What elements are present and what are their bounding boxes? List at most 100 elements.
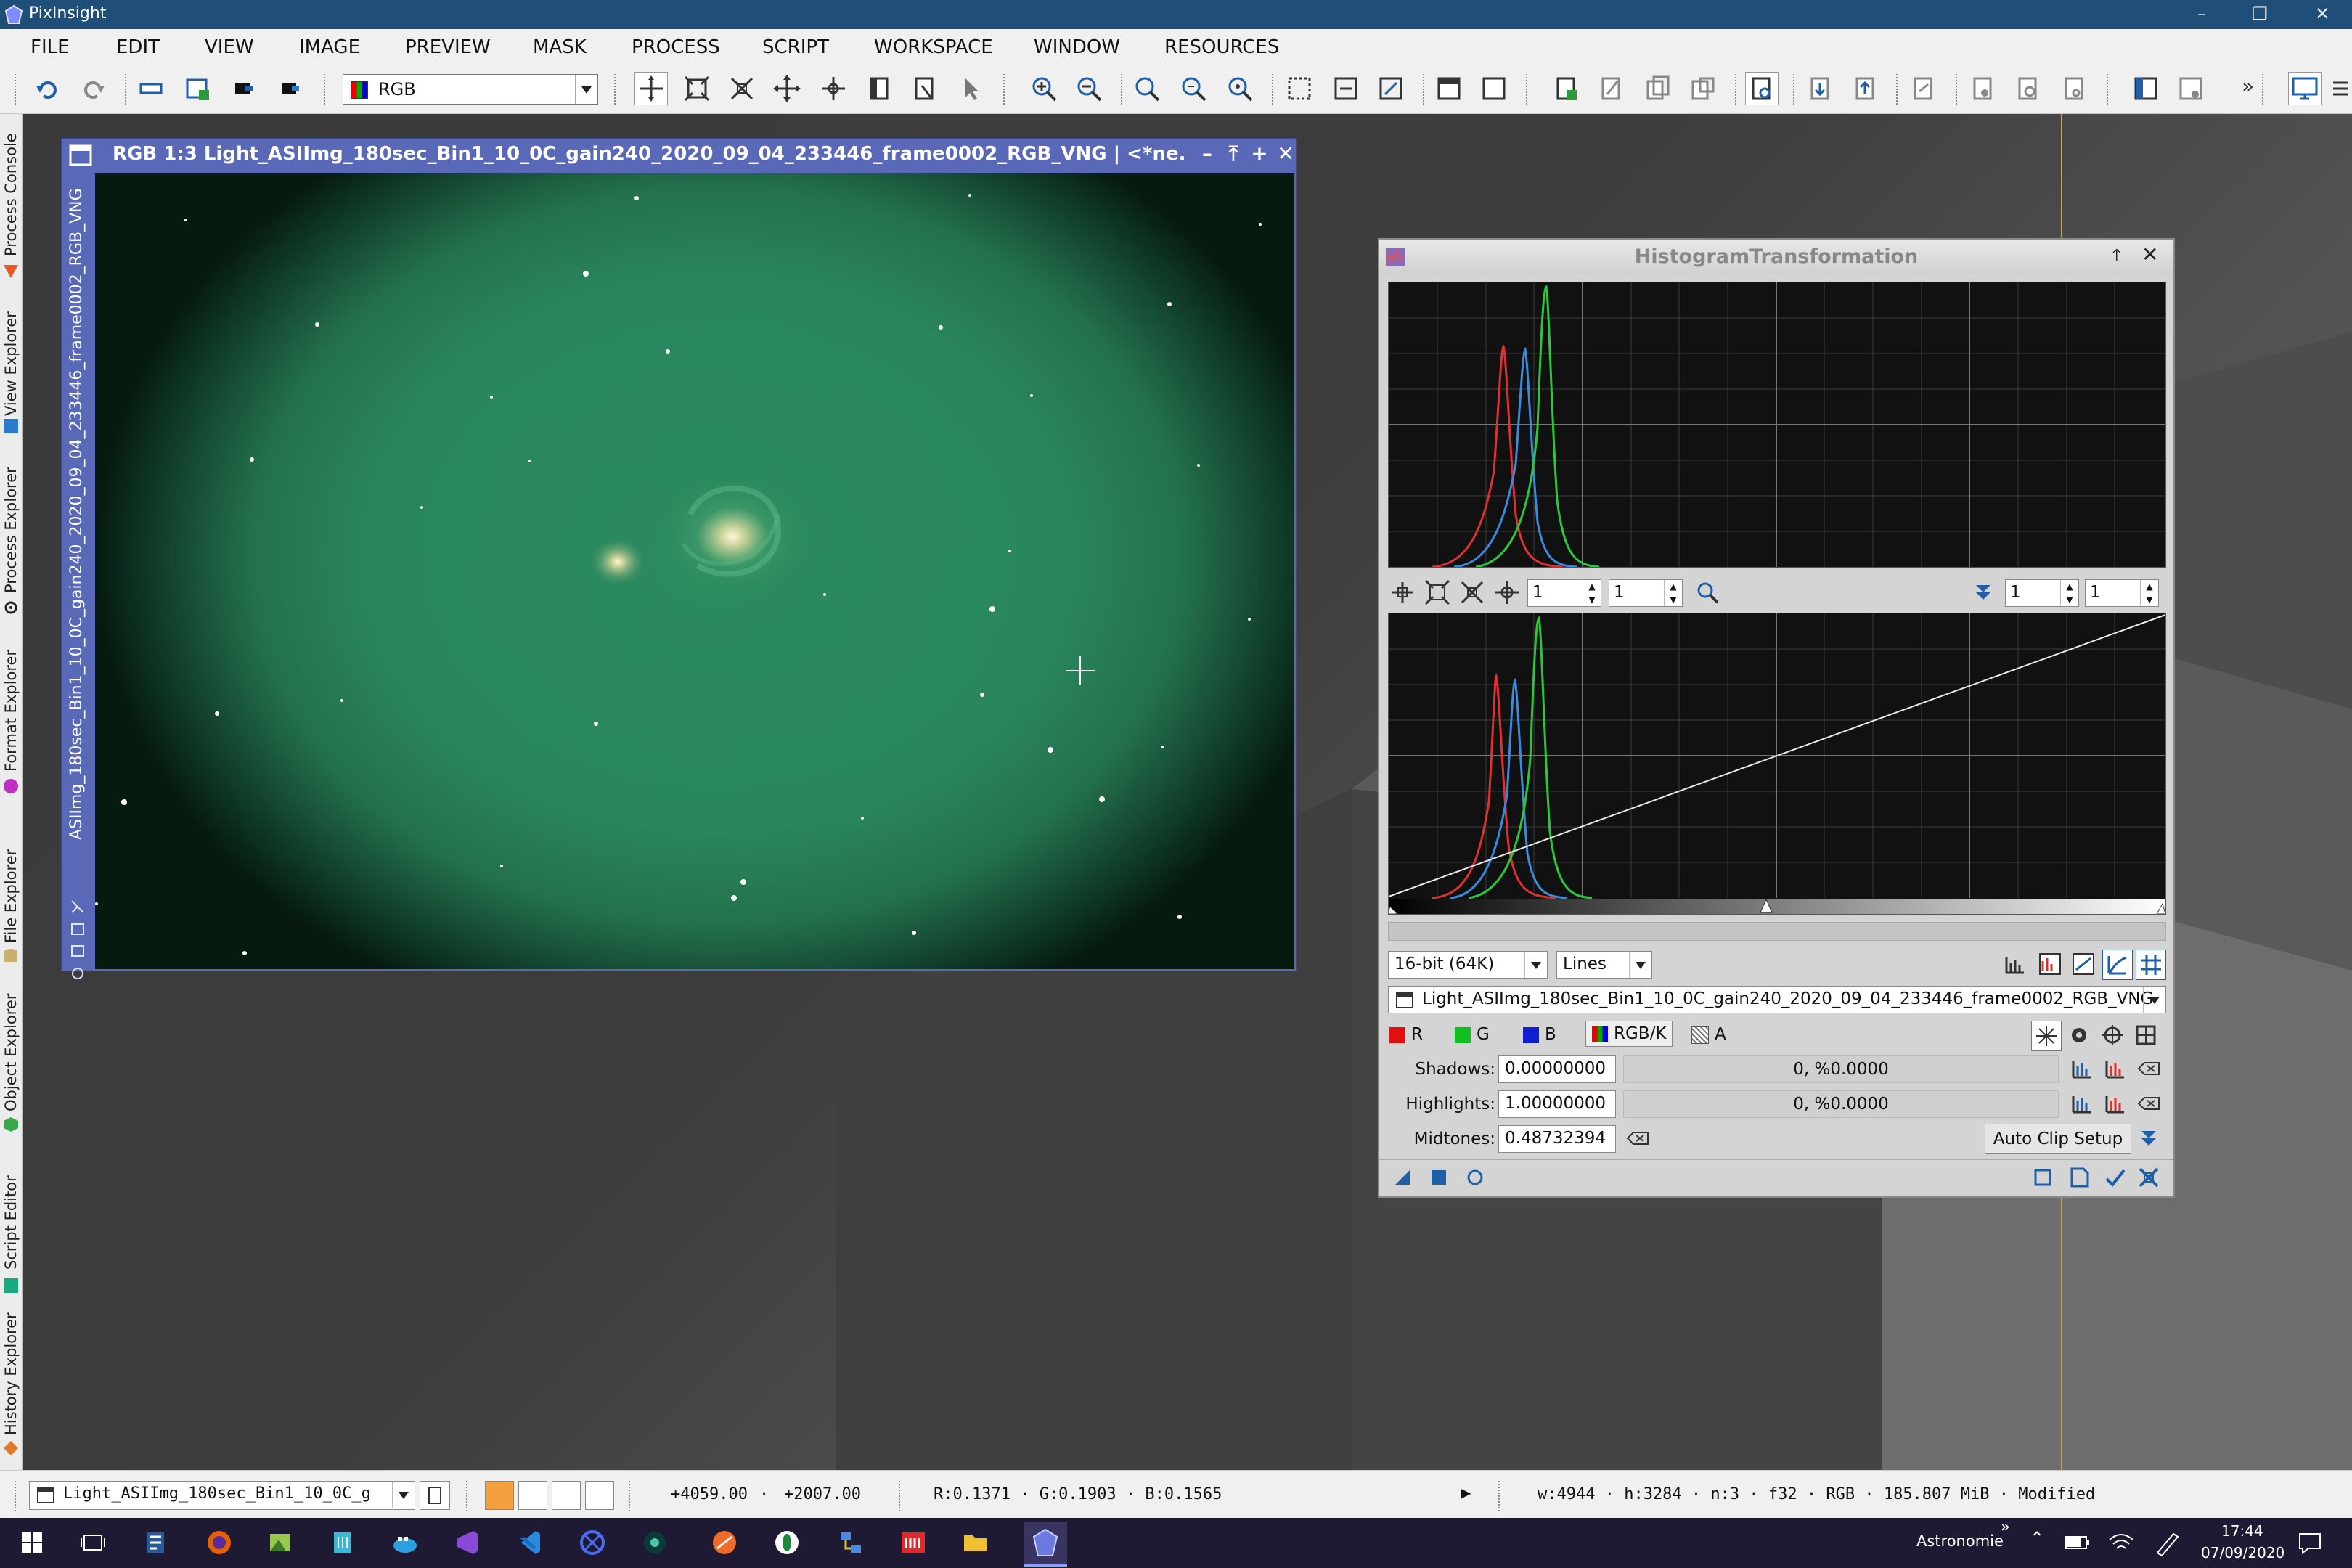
app-icon[interactable] <box>139 1527 171 1559</box>
chevron-down-icon[interactable] <box>2143 987 2165 1013</box>
sample-swatch-white[interactable] <box>585 1481 614 1510</box>
collapse-icon[interactable] <box>1969 578 1998 607</box>
statusbar-grip[interactable] <box>899 1481 903 1511</box>
toolbar-grip[interactable] <box>324 74 328 105</box>
menu-edit[interactable]: EDIT <box>116 36 160 58</box>
output-scrollbar[interactable] <box>1388 922 2166 941</box>
chevron-down-icon[interactable] <box>392 1482 415 1508</box>
highlights-reset-icon[interactable] <box>2134 1089 2163 1118</box>
collapse-icon[interactable] <box>2134 1124 2163 1153</box>
menu-workspace[interactable]: WORKSPACE <box>874 36 993 58</box>
show-histogram-icon[interactable] <box>2035 950 2065 979</box>
shade-histogram-button[interactable]: ⤒ <box>2112 244 2121 266</box>
menu-view[interactable]: VIEW <box>205 36 254 58</box>
task-view-icon[interactable] <box>77 1527 109 1559</box>
browse-documentation-icon[interactable] <box>2028 1163 2057 1192</box>
image-viewer-icon[interactable] <box>264 1527 296 1559</box>
shadows-clip-icon[interactable] <box>2101 1054 2130 1083</box>
edit-icon[interactable] <box>1596 73 1628 105</box>
shadows-reset-icon[interactable] <box>2134 1054 2163 1083</box>
preview-mode-icon[interactable] <box>864 73 896 105</box>
pan-mode-icon[interactable] <box>1458 578 1487 607</box>
toolbar-grip[interactable] <box>1003 74 1008 105</box>
upload-icon[interactable] <box>1850 73 1882 105</box>
process-icon[interactable] <box>228 73 260 105</box>
midtones-input[interactable]: 0.48732394 <box>1498 1125 1616 1153</box>
apply-check-icon[interactable] <box>2101 1163 2130 1192</box>
readout-mode-icon[interactable] <box>634 72 668 105</box>
spin-arrows-icon[interactable]: ▲ ▼ <box>2140 580 2158 606</box>
auto-zero-icon[interactable] <box>2031 1021 2062 1051</box>
zoom-mode-icon[interactable] <box>1423 578 1452 607</box>
spin-arrows-icon[interactable]: ▲ ▼ <box>1583 580 1601 606</box>
horizontal-zoom-input[interactable]: 1 ▲ ▼ <box>1527 579 1601 607</box>
histogram-view-icon[interactable] <box>1745 72 1779 105</box>
clock-date[interactable]: 07/09/2020 <box>2201 1544 2284 1561</box>
process-icon[interactable] <box>274 73 306 105</box>
center-view-icon[interactable] <box>817 73 849 105</box>
statusbar-grip[interactable] <box>1498 1481 1503 1511</box>
toolbar-grip[interactable] <box>1526 74 1530 105</box>
show-curve-icon[interactable] <box>2069 950 2098 979</box>
taskbar-chevron[interactable]: » <box>2001 1518 2010 1535</box>
menu-resources[interactable]: RESOURCES <box>1164 36 1279 58</box>
close-histogram-button[interactable]: ✕ <box>2141 242 2158 266</box>
play-icon[interactable]: ▶ <box>1461 1482 1471 1503</box>
channel-select[interactable]: RGB <box>343 74 598 105</box>
reset-view-icon[interactable] <box>2098 1021 2127 1050</box>
show-grid-icon[interactable] <box>2136 950 2166 980</box>
statusbar-grip[interactable] <box>629 1481 633 1511</box>
menu-process[interactable]: PROCESS <box>632 36 720 58</box>
mask-icon[interactable] <box>1283 73 1315 105</box>
graph-style-select[interactable]: Lines <box>1556 951 1652 979</box>
swift-app-icon[interactable] <box>709 1527 740 1559</box>
toolbar-grip[interactable] <box>1272 74 1276 105</box>
output-vertical-zoom-input[interactable]: 1 ▲ ▼ <box>2085 579 2159 607</box>
fit-window-icon[interactable] <box>1478 73 1510 105</box>
close-window-button[interactable]: ✕ <box>2297 0 2348 29</box>
dock-tab-history-explorer[interactable]: History Explorer <box>0 1304 22 1463</box>
highlights-auto-icon[interactable] <box>2067 1089 2096 1118</box>
menu-mask[interactable]: MASK <box>533 36 587 58</box>
histogram-transformation-window[interactable]: HistogramTransformation ⤒ ✕ 1 ▲ ▼ 1 ▲ ▼ … <box>1378 238 2175 1198</box>
window-layout-icon[interactable] <box>2130 73 2162 105</box>
edit-doc-icon[interactable] <box>2059 73 2091 105</box>
resolution-select[interactable]: 16-bit (64K) <box>1388 951 1548 979</box>
taskbar-user[interactable]: Astronomie <box>1916 1532 2004 1550</box>
battery-icon[interactable] <box>2062 1527 2089 1559</box>
restore-window-button[interactable]: ❐ <box>2234 0 2285 29</box>
image-canvas[interactable] <box>95 173 1294 969</box>
reset-all-icon[interactable] <box>2131 1021 2160 1050</box>
zoom-1-1-icon[interactable] <box>1131 73 1163 105</box>
menu-window[interactable]: WINDOW <box>1034 36 1120 58</box>
link-icon[interactable] <box>1687 73 1719 105</box>
statusbar-grip[interactable] <box>15 1481 19 1511</box>
dock-tab-process-console[interactable]: Process Console <box>0 118 22 284</box>
gear-doc-icon[interactable] <box>2012 73 2044 105</box>
channel-g[interactable]: G <box>1455 1025 1490 1044</box>
sample-swatch-white[interactable] <box>518 1481 547 1510</box>
file-explorer-icon[interactable] <box>960 1527 992 1559</box>
toolbar-grip[interactable] <box>125 74 129 105</box>
shadows-input[interactable]: 0.00000000 <box>1498 1055 1616 1083</box>
red-app-icon[interactable] <box>897 1527 929 1559</box>
gear-icon[interactable] <box>2065 1021 2094 1050</box>
view-identifier-icon[interactable] <box>135 73 167 105</box>
new-instance-icon[interactable] <box>1551 73 1583 105</box>
real-time-preview-icon[interactable] <box>1461 1163 1490 1192</box>
target-view-select[interactable]: Light_ASIImg_180sec_Bin1_10_0C_gain240_2… <box>1388 986 2166 1013</box>
highlights-input[interactable]: 1.00000000 <box>1498 1090 1616 1118</box>
undo-icon[interactable] <box>32 73 64 105</box>
dock-tab-process-explorer[interactable]: Process Explorer <box>0 448 22 622</box>
vertical-zoom-input[interactable]: 1 ▲ ▼ <box>1609 579 1683 607</box>
redo-icon[interactable] <box>77 73 109 105</box>
dock-tab-format-explorer[interactable]: Format Explorer <box>0 634 22 799</box>
new-image-icon[interactable] <box>181 73 213 105</box>
output-horizontal-zoom-input[interactable]: 1 ▲ ▼ <box>2005 579 2079 607</box>
zoom-to-fit-icon[interactable] <box>681 73 713 105</box>
windows-start-icon[interactable] <box>16 1527 48 1559</box>
show-rejection-icon[interactable] <box>2001 950 2030 979</box>
midtones-reset-icon[interactable] <box>1623 1124 1652 1153</box>
zoom-fit-icon[interactable] <box>1224 73 1256 105</box>
mask-show-icon[interactable] <box>1375 73 1407 105</box>
